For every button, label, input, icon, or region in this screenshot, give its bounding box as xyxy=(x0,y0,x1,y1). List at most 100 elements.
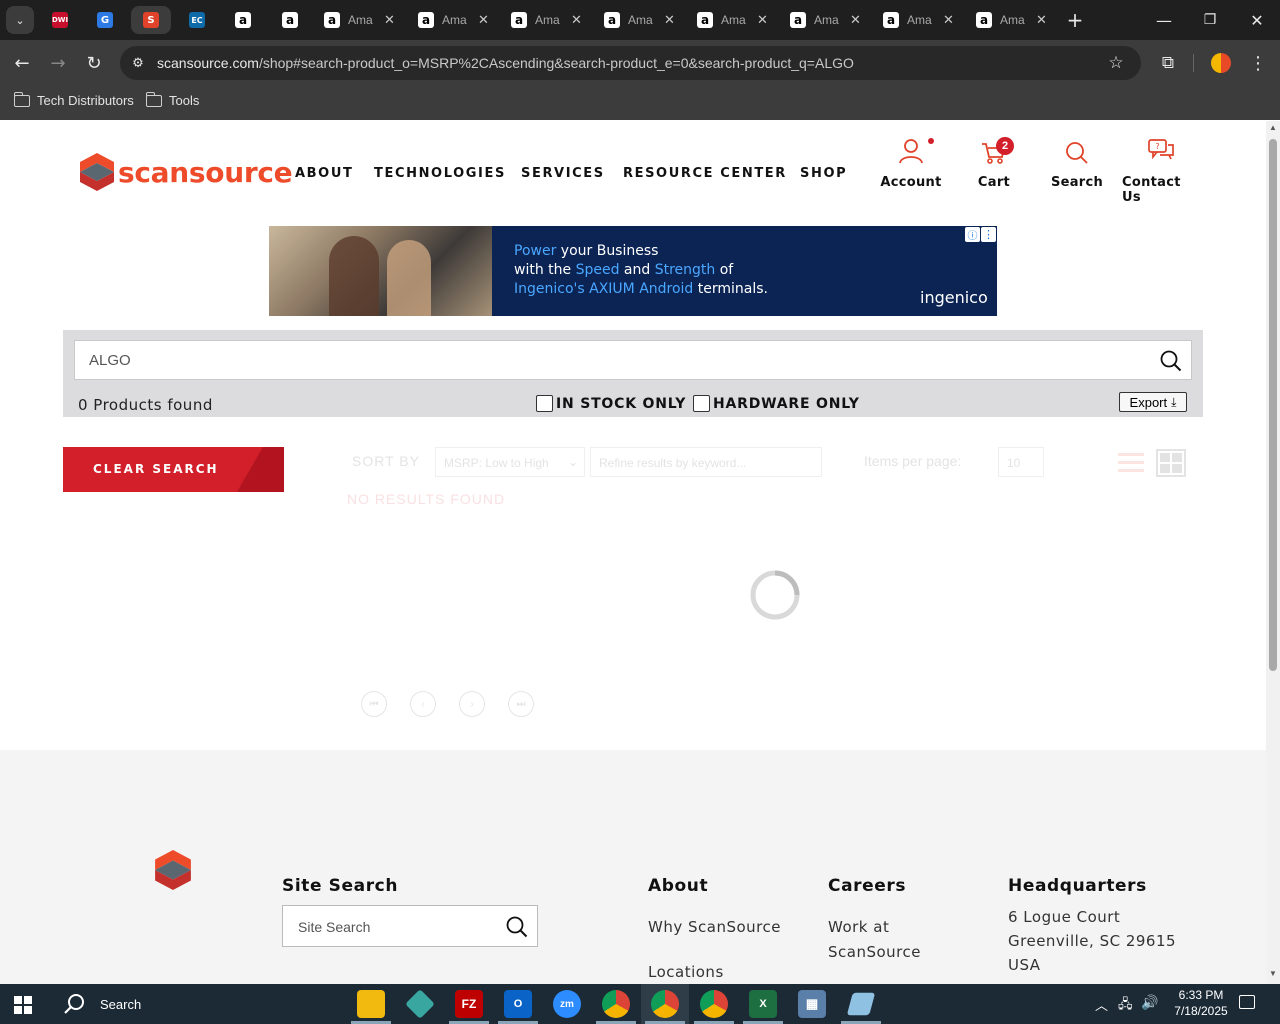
tab-close-icon[interactable]: ✕ xyxy=(478,13,489,28)
footer-search-icon[interactable] xyxy=(506,916,528,938)
items-per-page-select[interactable]: 10 xyxy=(998,447,1044,477)
zoom-icon[interactable]: zm xyxy=(553,990,581,1018)
list-view-icon[interactable] xyxy=(1118,451,1144,473)
adchoices-info-icon[interactable]: ⓘ xyxy=(965,227,980,242)
footer-link-work-at[interactable]: Work at xyxy=(828,918,889,936)
export-button[interactable]: Export ⤓ xyxy=(1119,392,1187,412)
excel-icon[interactable]: X xyxy=(749,990,777,1018)
product-search-input[interactable]: ALGO xyxy=(74,340,1192,380)
notepad-app-icon[interactable] xyxy=(846,992,876,1016)
extensions-puzzle-icon[interactable]: ⧉ xyxy=(1156,51,1180,75)
nav-services[interactable]: SERVICES xyxy=(521,166,605,181)
tab-pinned-g[interactable]: G xyxy=(85,6,125,34)
sort-select[interactable]: MSRP: Low to High ⌄ xyxy=(435,447,585,477)
tab-pinned-dwi[interactable]: DWI xyxy=(40,6,80,34)
ad-highlight: Power xyxy=(514,243,557,259)
tab-amazon[interactable]: a Ama ✕ xyxy=(503,6,591,34)
bookmark-star-icon[interactable]: ☆ xyxy=(1106,53,1126,73)
forward-arrow-icon[interactable]: → xyxy=(46,51,70,75)
notifications-icon[interactable] xyxy=(1239,995,1255,1009)
page-scrollbar[interactable]: ▲ ▼ xyxy=(1266,121,1280,984)
tab-amazon[interactable]: a Ama ✕ xyxy=(316,6,404,34)
nav-resource-center[interactable]: RESOURCE CENTER xyxy=(623,166,787,181)
footer-site-search-input[interactable]: Site Search xyxy=(282,905,538,947)
search-link[interactable]: Search xyxy=(1051,137,1103,190)
app-diamond-icon[interactable] xyxy=(405,989,435,1019)
tab-amazon[interactable]: a Ama ✕ xyxy=(596,6,684,34)
tab-pinned-amazon-1[interactable]: a xyxy=(223,6,263,34)
previous-page-icon[interactable]: ‹ xyxy=(410,691,436,717)
ad-highlight: Strength xyxy=(654,262,716,278)
windows-start-icon[interactable] xyxy=(14,996,32,1014)
refine-keyword-input[interactable]: Refine results by keyword... xyxy=(590,447,822,477)
tab-amazon[interactable]: a Ama ✕ xyxy=(689,6,777,34)
chrome-profile-icon[interactable] xyxy=(651,990,679,1018)
scroll-up-arrow-icon[interactable]: ▲ xyxy=(1269,123,1277,132)
footer-link-locations[interactable]: Locations xyxy=(648,963,724,981)
in-stock-checkbox[interactable] xyxy=(536,395,553,412)
tab-amazon[interactable]: a Ama ✕ xyxy=(410,6,498,34)
show-hidden-icons-chevron-icon[interactable]: ︿ xyxy=(1095,995,1108,1014)
chrome-icon[interactable] xyxy=(602,990,630,1018)
filezilla-icon[interactable]: FZ xyxy=(455,990,483,1018)
nav-technologies[interactable]: TECHNOLOGIES xyxy=(374,166,506,181)
close-window-icon[interactable]: ✕ xyxy=(1243,8,1271,32)
scansource-logo[interactable]: scansource xyxy=(80,153,293,191)
hardware-only-filter[interactable]: HARDWARE ONLY xyxy=(693,395,860,412)
chrome-profile-icon[interactable] xyxy=(700,990,728,1018)
hardware-checkbox[interactable] xyxy=(693,395,710,412)
clock[interactable]: 6:33 PM 7/18/2025 xyxy=(1166,987,1236,1019)
volume-icon[interactable]: 🔊 xyxy=(1141,994,1158,1011)
tab-close-icon[interactable]: ✕ xyxy=(664,13,675,28)
tab-close-icon[interactable]: ✕ xyxy=(571,13,582,28)
calculator-icon[interactable]: ▦ xyxy=(798,990,826,1018)
search-submit-icon[interactable] xyxy=(1160,350,1182,372)
cart-link[interactable]: 2 Cart xyxy=(974,137,1014,190)
nav-about[interactable]: ABOUT xyxy=(295,166,353,181)
tab-close-icon[interactable]: ✕ xyxy=(1036,13,1047,28)
scrollbar-thumb[interactable] xyxy=(1269,139,1277,671)
back-arrow-icon[interactable]: ← xyxy=(10,51,34,75)
file-explorer-icon[interactable] xyxy=(357,990,385,1018)
tab-pinned-scansource-active[interactable]: S xyxy=(131,6,171,34)
footer-link-scansource[interactable]: ScanSource xyxy=(828,943,921,961)
account-link[interactable]: Account xyxy=(880,137,941,190)
next-page-icon[interactable]: › xyxy=(459,691,485,717)
outlook-icon[interactable]: O xyxy=(504,990,532,1018)
tab-pinned-amazon-2[interactable]: a xyxy=(270,6,310,34)
network-icon[interactable]: 🖧 xyxy=(1118,995,1133,1017)
tab-close-icon[interactable]: ✕ xyxy=(757,13,768,28)
address-bar[interactable]: ⚙ scansource.com/shop#search-product_o=M… xyxy=(120,46,1141,80)
footer-logo-mark-icon[interactable] xyxy=(155,850,191,890)
tab-close-icon[interactable]: ✕ xyxy=(943,13,954,28)
site-info-icon[interactable]: ⚙ xyxy=(128,53,148,73)
first-page-icon[interactable]: ⏮ xyxy=(361,691,387,717)
tab-amazon[interactable]: a Ama ✕ xyxy=(782,6,870,34)
minimize-icon[interactable]: — xyxy=(1150,8,1178,32)
tab-close-icon[interactable]: ✕ xyxy=(850,13,861,28)
restore-icon[interactable]: ❐ xyxy=(1196,8,1224,32)
tab-close-icon[interactable]: ✕ xyxy=(384,13,395,28)
last-page-icon[interactable]: ⏭ xyxy=(508,691,534,717)
nav-shop[interactable]: SHOP xyxy=(800,166,847,181)
profile-avatar-icon[interactable] xyxy=(1211,53,1231,73)
ad-menu-dots-icon[interactable]: ⋮ xyxy=(981,227,996,242)
bookmark-folder-tools[interactable]: Tools xyxy=(145,91,199,108)
tab-amazon[interactable]: a Ama ✕ xyxy=(875,6,963,34)
ingenico-ad-banner[interactable]: Power your Business with the Speed and S… xyxy=(269,226,997,316)
footer-link-why-scansource[interactable]: Why ScanSource xyxy=(648,918,781,936)
tab-pinned-ec[interactable]: EC xyxy=(177,6,217,34)
clear-search-button[interactable]: CLEAR SEARCH xyxy=(63,447,284,492)
url-text[interactable]: scansource.com/shop#search-product_o=MSR… xyxy=(157,55,854,71)
in-stock-only-filter[interactable]: IN STOCK ONLY xyxy=(536,395,686,412)
grid-view-icon[interactable] xyxy=(1156,449,1186,477)
browser-menu-icon[interactable]: ⋮ xyxy=(1248,51,1268,75)
contact-us-link[interactable]: ? Contact Us xyxy=(1122,137,1202,205)
tab-amazon[interactable]: a Ama ✕ xyxy=(968,6,1056,34)
tab-search-chevron-icon[interactable]: ⌄ xyxy=(6,6,34,34)
taskbar-search-box[interactable]: Search xyxy=(48,984,348,1024)
scroll-down-arrow-icon[interactable]: ▼ xyxy=(1269,969,1277,978)
bookmark-folder-tech-distributors[interactable]: Tech Distributors xyxy=(13,91,134,108)
new-tab-plus-icon[interactable]: + xyxy=(1062,8,1088,32)
reload-icon[interactable]: ↻ xyxy=(82,51,106,75)
